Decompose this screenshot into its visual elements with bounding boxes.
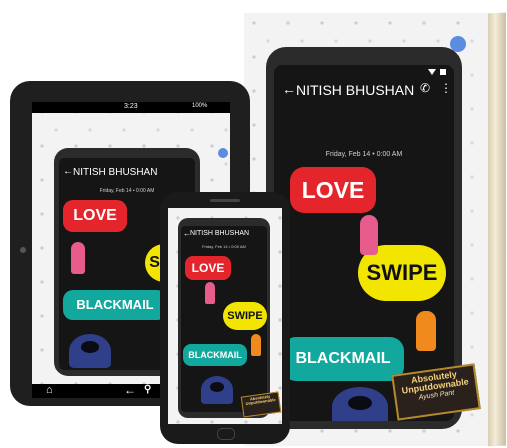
smartphone-cover-phone: ← NITISH BHUSHAN Friday, Feb 14 • 0:00 A… bbox=[178, 218, 270, 418]
smartphone-timestamp: Friday, Feb 14 • 0:00 AM bbox=[202, 244, 246, 249]
cover-girl-figure bbox=[360, 215, 378, 255]
smartphone: ← NITISH BHUSHAN Friday, Feb 14 • 0:00 A… bbox=[160, 192, 290, 444]
cover-bubble-blackmail: BLACKMAIL bbox=[282, 337, 404, 381]
smartphone-bubble-love: LOVE bbox=[185, 256, 231, 280]
smartphone-home-button[interactable] bbox=[217, 428, 235, 440]
tablet-status-battery: 100% bbox=[192, 103, 208, 109]
cover-timestamp: Friday, Feb 14 • 0:00 AM bbox=[325, 151, 403, 158]
smartphone-speaker bbox=[210, 199, 240, 202]
tablet-status-bar: 3:23 100% bbox=[32, 102, 230, 113]
smartphone-contact-name: NITISH BHUSHAN bbox=[190, 230, 250, 237]
book-page-edge bbox=[488, 12, 506, 447]
smartphone-badge: Absolutely Unputdownable bbox=[240, 391, 282, 418]
cover-hooded-figure bbox=[332, 387, 388, 421]
smartphone-boy-figure bbox=[251, 334, 261, 356]
tablet-bubble-blackmail: BLACKMAIL bbox=[63, 290, 167, 320]
smartphone-screen: ← NITISH BHUSHAN Friday, Feb 14 • 0:00 A… bbox=[168, 208, 282, 424]
cover-menu-icon: ⋮ bbox=[440, 81, 452, 95]
smartphone-bubble-blackmail: BLACKMAIL bbox=[183, 344, 247, 366]
smartphone-bubble-swipe: SWIPE bbox=[223, 302, 267, 330]
tablet-back-arrow-icon: ← bbox=[63, 166, 73, 177]
tablet-camera bbox=[20, 247, 26, 253]
tablet-girl-figure bbox=[71, 242, 85, 274]
cover-status-icons bbox=[406, 69, 446, 75]
smartphone-cover-phone-screen: ← NITISH BHUSHAN Friday, Feb 14 • 0:00 A… bbox=[181, 226, 267, 412]
cover-boy-figure bbox=[416, 311, 436, 351]
tablet-search-icon[interactable]: ⚲ bbox=[144, 384, 151, 395]
tablet-bubble-love: LOVE bbox=[63, 200, 127, 232]
cover-contact-name: NITISH BHUSHAN bbox=[296, 82, 415, 98]
cover-bubble-love: LOVE bbox=[290, 167, 376, 213]
cover-call-icon: ✆ bbox=[420, 81, 431, 95]
cover-phone-screen: ← NITISH BHUSHAN ✆ ⋮ Friday, Feb 14 • 0:… bbox=[274, 65, 454, 421]
tablet-home-icon[interactable]: ⌂ bbox=[46, 384, 53, 396]
tablet-hooded-figure bbox=[69, 334, 111, 368]
tablet-app-badge-icon bbox=[218, 148, 228, 158]
smartphone-hooded-figure bbox=[201, 376, 233, 404]
tablet-status-time: 3:23 bbox=[124, 103, 138, 110]
tablet-contact-name: NITISH BHUSHAN bbox=[73, 167, 158, 178]
tablet-back-icon[interactable]: ← bbox=[124, 383, 136, 397]
smartphone-girl-figure bbox=[205, 282, 215, 304]
cover-back-arrow-icon: ← bbox=[282, 81, 296, 97]
